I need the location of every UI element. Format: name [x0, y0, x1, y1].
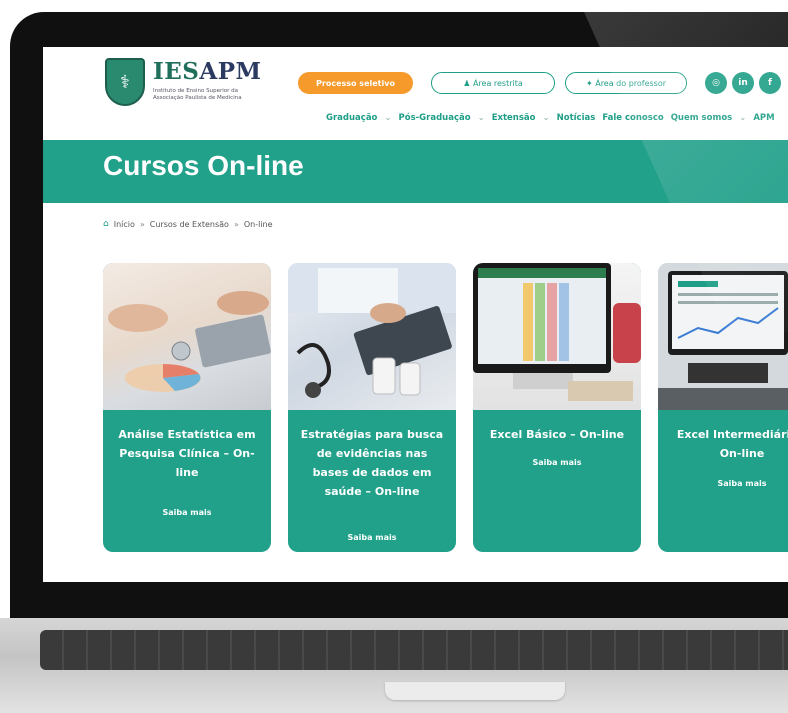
course-image [473, 263, 641, 410]
logo-brand-b: APM [199, 58, 262, 85]
breadcrumb-home[interactable]: Início [114, 220, 135, 229]
breadcrumb-extensao[interactable]: Cursos de Extensão [150, 220, 229, 229]
course-title: Análise Estatística em Pesquisa Clínica … [118, 428, 256, 479]
site-logo[interactable]: ⚕ IESAPM Instituto de Ensino Superior da… [105, 54, 265, 110]
area-restrita-button[interactable]: ♟ Área restrita [431, 72, 555, 94]
course-card[interactable]: Estratégias para busca de evidências nas… [288, 263, 456, 552]
logo-tagline: Instituto de Ensino Superior da Associaç… [153, 88, 242, 101]
chevron-down-icon: ⌄ [477, 113, 485, 123]
saiba-mais-link[interactable]: Saiba mais [473, 458, 641, 467]
chevron-down-icon: ⌄ [739, 113, 747, 123]
breadcrumb-separator: » [139, 219, 145, 229]
instagram-icon[interactable]: ◎ [705, 72, 727, 94]
course-illustration [288, 263, 456, 398]
laptop-keyboard [40, 630, 788, 670]
breadcrumb-current: On-line [243, 219, 273, 229]
course-image [658, 263, 788, 410]
home-icon[interactable]: ⌂ [103, 219, 109, 229]
chevron-down-icon: ⌄ [542, 113, 550, 123]
nav-extensao[interactable]: Extensão [492, 113, 536, 123]
saiba-mais-link[interactable]: Saiba mais [288, 533, 456, 542]
logo-wordmark: IESAPM [153, 58, 262, 85]
facebook-icon[interactable]: f [759, 72, 781, 94]
course-title: Estratégias para busca de evidências nas… [300, 428, 444, 498]
chevron-down-icon: ⌄ [384, 113, 392, 123]
breadcrumb-separator: » [233, 219, 239, 229]
course-title: Excel Intermediário – On-line [676, 428, 788, 460]
processo-seletivo-button[interactable]: Processo seletivo [298, 72, 413, 94]
course-image [288, 263, 456, 410]
course-card[interactable]: Análise Estatística em Pesquisa Clínica … [103, 263, 271, 552]
user-icon: ♟ [463, 78, 473, 88]
saiba-mais-link[interactable]: Saiba mais [103, 508, 271, 517]
browser-screen: ⚕ IESAPM Instituto de Ensino Superior da… [43, 47, 788, 582]
nav-pos-graduacao[interactable]: Pós-Graduação [399, 113, 471, 123]
breadcrumb: ⌂ Início » Cursos de Extensão » On-line [103, 219, 273, 229]
nav-apm[interactable]: APM [753, 113, 774, 123]
star-icon: ✦ [585, 78, 596, 88]
course-illustration [658, 263, 788, 410]
course-title: Excel Básico – On-line [489, 428, 625, 441]
nav-graduacao[interactable]: Graduação [326, 113, 377, 123]
logo-shield-icon: ⚕ [105, 58, 145, 106]
nav-quem-somos[interactable]: Quem somos [671, 113, 733, 123]
course-illustration [108, 291, 271, 392]
saiba-mais-link[interactable]: Saiba mais [658, 479, 788, 488]
course-card[interactable]: Excel Básico – On-line Saiba mais [473, 263, 641, 552]
nav-noticias[interactable]: Notícias [557, 113, 596, 123]
page-title: Cursos On-line [103, 150, 304, 181]
logo-brand-a: IES [153, 58, 200, 85]
area-professor-label: Área do professor [595, 78, 667, 88]
course-card[interactable]: Excel Intermediário – On-line Saiba mais [658, 263, 788, 552]
nav-fale-conosco[interactable]: Fale conosco [602, 113, 663, 123]
area-restrita-label: Área restrita [472, 78, 523, 88]
course-image [103, 263, 271, 410]
main-nav: Graduação ⌄ Pós-Graduação ⌄ Extensão ⌄ Notí… [326, 113, 775, 123]
course-illustration [473, 263, 641, 401]
area-professor-button[interactable]: ✦ Área do professor [565, 72, 687, 94]
linkedin-icon[interactable]: in [732, 72, 754, 94]
hero-banner: Cursos On-line [43, 140, 788, 203]
laptop-lid-notch [385, 682, 565, 700]
